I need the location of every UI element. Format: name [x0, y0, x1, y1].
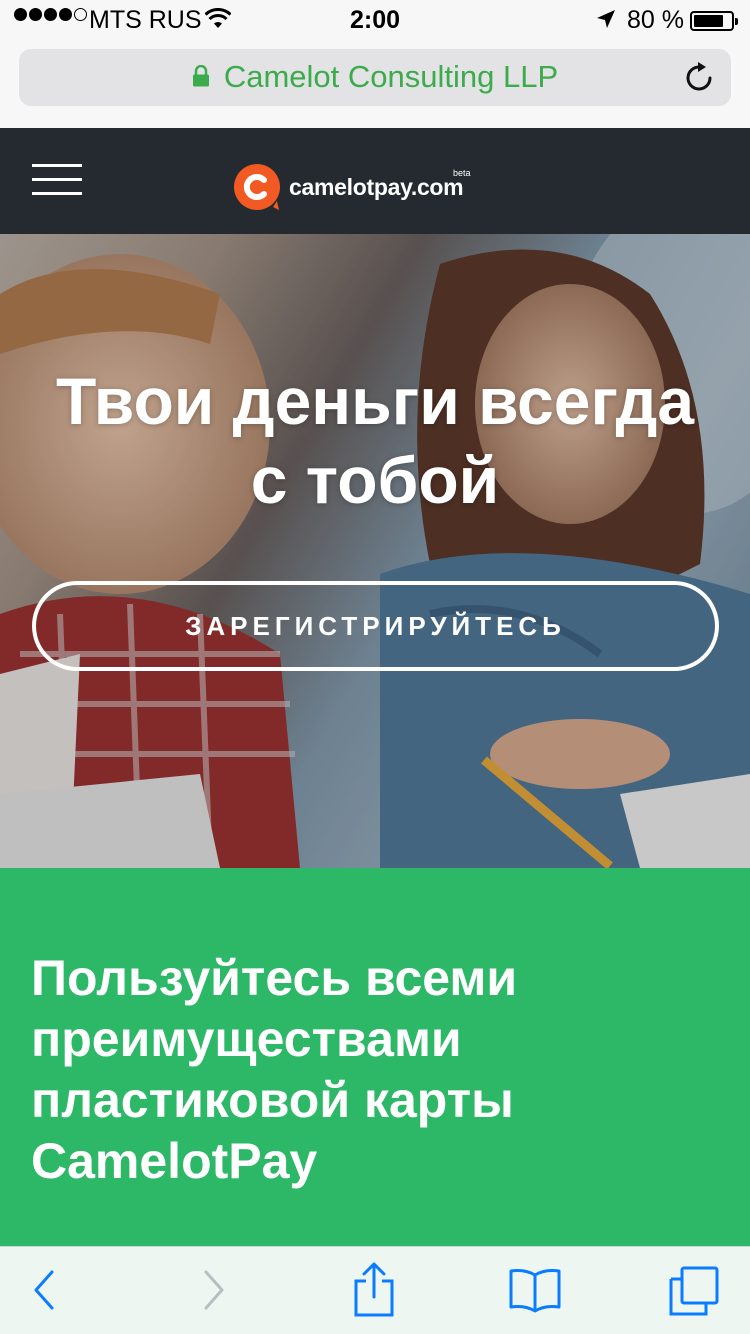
- benefits-title: Пользуйтесь всеми преимуществами пластик…: [31, 950, 518, 1189]
- hero-overlay: [0, 234, 750, 868]
- back-icon[interactable]: [30, 1265, 60, 1315]
- address-bar[interactable]: Camelot Consulting LLP: [19, 49, 731, 106]
- hero-title: Твои деньги всегда с тобой: [0, 362, 750, 520]
- hero-title-line-2: с тобой: [250, 443, 500, 517]
- camelotpay-logo-icon: [234, 164, 280, 210]
- benefits-section: Пользуйтесь всеми преимуществами пластик…: [0, 868, 750, 1246]
- forward-icon[interactable]: [198, 1265, 228, 1315]
- bookmarks-icon[interactable]: [508, 1267, 562, 1313]
- browser-address-area: Camelot Consulting LLP: [0, 40, 750, 128]
- battery-icon: [690, 11, 738, 31]
- browser-toolbar: [0, 1246, 750, 1334]
- battery-percent: 80 %: [627, 6, 684, 34]
- hero-section: Твои деньги всегда с тобой ЗАРЕГИСТРИРУЙ…: [0, 234, 750, 868]
- location-arrow-icon: [597, 10, 615, 28]
- site-header: camelotpay.com beta: [0, 128, 750, 234]
- logo-text: camelotpay.com: [289, 173, 464, 200]
- hero-title-line-1: Твои деньги всегда: [55, 364, 695, 438]
- beta-badge: beta: [453, 168, 471, 178]
- menu-icon[interactable]: [32, 164, 82, 196]
- lock-icon: [192, 64, 209, 87]
- share-icon[interactable]: [352, 1261, 396, 1317]
- tabs-icon[interactable]: [668, 1265, 720, 1317]
- site-logo[interactable]: camelotpay.com beta: [233, 162, 471, 212]
- reload-icon[interactable]: [685, 61, 715, 93]
- register-button[interactable]: ЗАРЕГИСТРИРУЙТЕСЬ: [32, 581, 719, 671]
- status-bar: MTS RUS 2:00 80 %: [0, 0, 750, 40]
- address-text: Camelot Consulting LLP: [223, 59, 559, 94]
